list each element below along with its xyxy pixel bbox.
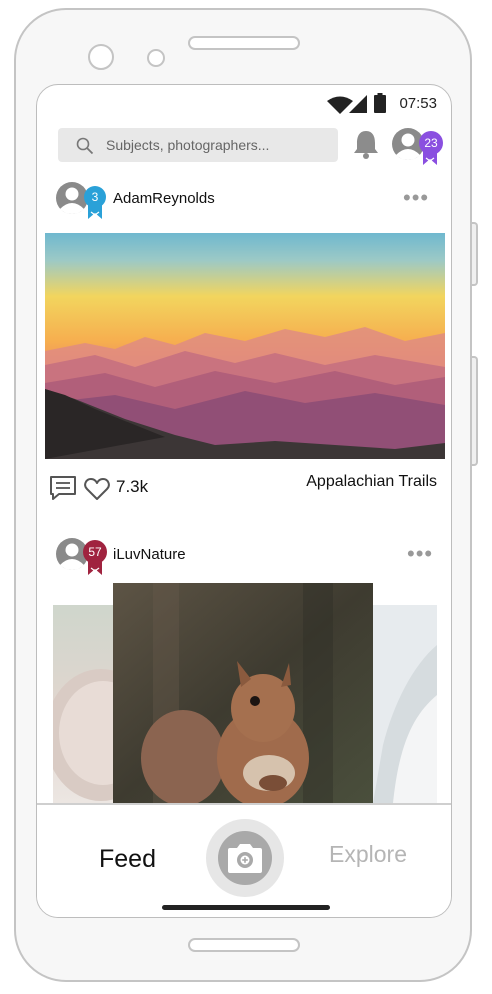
home-indicator[interactable] [162,905,330,910]
carousel-image-hedgehog[interactable] [53,605,113,803]
search-placeholder: Subjects, photographers... [106,137,270,153]
phone-side-button [472,356,478,466]
username: iLuvNature [113,546,186,563]
home-button[interactable] [188,938,300,952]
level-badge: 57 [83,540,107,564]
notification-bell-icon[interactable] [353,129,379,159]
camera-icon [228,844,262,873]
tab-explore[interactable]: Explore [329,841,407,868]
search-icon [76,137,94,155]
battery-icon [374,93,386,113]
profile-avatar-button[interactable]: 23 [391,127,445,167]
search-input[interactable]: Subjects, photographers... [58,128,338,162]
cell-signal-icon [349,95,367,113]
level-badge: 3 [84,186,106,208]
front-camera [88,44,114,70]
camera-button-inner [218,831,272,885]
app-screen: 07:53 Subjects, photographers... 23 3 Ad… [36,84,452,918]
camera-button[interactable] [206,819,284,897]
earpiece-speaker [188,36,300,50]
carousel-image-bird[interactable] [373,605,437,803]
status-time: 07:53 [399,95,437,112]
level-badge: 23 [419,131,443,155]
username: AdamReynolds [113,190,215,207]
post-author[interactable]: 57 iLuvNature [55,537,255,577]
heart-icon[interactable] [84,477,110,501]
post-author[interactable]: 3 AdamReynolds [55,181,255,221]
phone-side-button [472,222,478,286]
post-image-squirrel[interactable] [113,583,373,803]
more-options-icon[interactable]: ••• [403,185,429,211]
post-image-mountains[interactable] [45,233,445,459]
sensor [147,49,165,67]
post-location[interactable]: Appalachian Trails [306,473,437,491]
tab-feed[interactable]: Feed [99,845,156,874]
bottom-nav: Feed Explore [37,805,451,917]
more-options-icon[interactable]: ••• [407,541,433,567]
comment-icon[interactable] [49,475,77,501]
like-count: 7.3k [116,477,149,496]
